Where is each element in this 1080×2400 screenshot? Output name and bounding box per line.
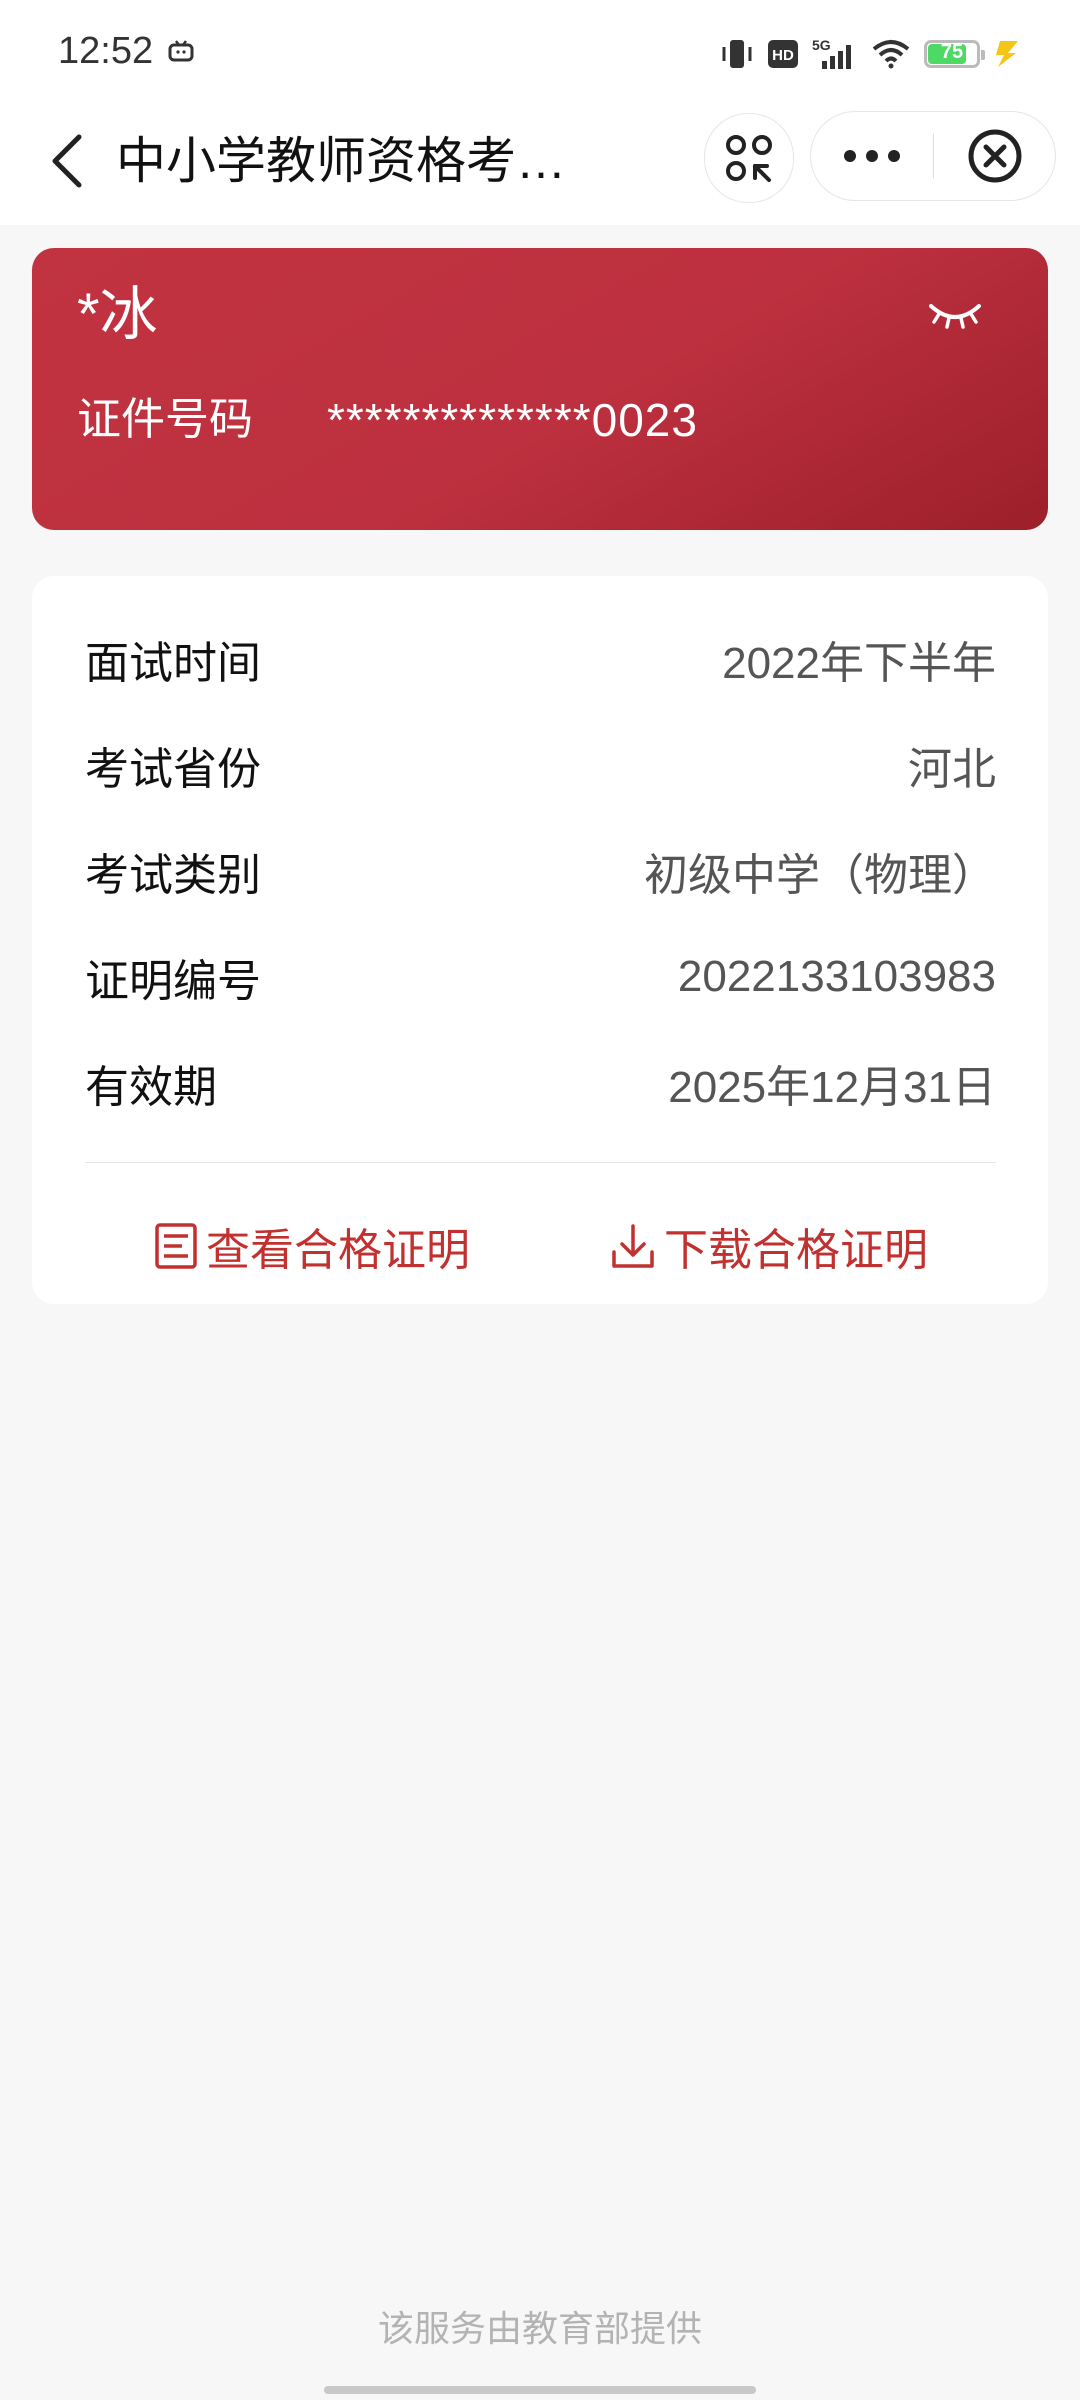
battery-level: 75 — [940, 41, 964, 63]
holder-name: *冰 — [77, 282, 158, 347]
view-certificate-button[interactable]: 查看合格证明 — [154, 1206, 470, 1286]
more-icon — [844, 150, 900, 162]
capsule-menu — [810, 111, 1056, 201]
view-certificate-label: 查看合格证明 — [206, 1226, 470, 1275]
visibility-toggle[interactable] — [922, 290, 988, 340]
info-row-interview-time: 面试时间 2022年下半年 — [85, 624, 996, 694]
info-label: 有效期 — [85, 1063, 217, 1112]
provider-note: 该服务由教育部提供 — [377, 2308, 702, 2349]
svg-text:5G: 5G — [812, 37, 831, 53]
status-bar: 12:52 HD 5G 75 — [0, 0, 1080, 105]
info-value: 初级中学（物理） — [644, 851, 996, 900]
info-value: 2025年12月31日 — [668, 1063, 996, 1112]
signal-5g-icon: 5G — [812, 37, 851, 69]
info-label: 面试时间 — [85, 639, 261, 688]
eye-closed-icon — [929, 304, 981, 329]
nav-bar: 中小学教师资格考… — [0, 105, 1080, 225]
status-time: 12:52 — [58, 30, 154, 72]
download-certificate-button[interactable]: 下载合格证明 — [610, 1206, 928, 1286]
id-card: *冰 证件号码 **************0023 — [32, 248, 1048, 530]
id-number-value: **************0023 — [327, 394, 698, 446]
id-number-label: 证件号码 — [77, 395, 253, 444]
status-icons: HD 5G 75 — [720, 34, 1020, 74]
vibrate-icon — [722, 40, 752, 68]
download-certificate-label: 下载合格证明 — [664, 1226, 928, 1275]
svg-text:HD: HD — [772, 47, 794, 64]
close-icon — [968, 129, 1022, 183]
more-button[interactable] — [811, 112, 933, 200]
back-button[interactable] — [36, 125, 96, 197]
home-indicator[interactable] — [324, 2386, 756, 2394]
charging-icon — [996, 41, 1018, 67]
battery-icon: 75 — [924, 40, 985, 68]
info-value: 河北 — [908, 745, 996, 794]
page-title: 中小学教师资格考… — [116, 133, 566, 189]
close-button[interactable] — [935, 112, 1055, 200]
info-value: 2022年下半年 — [722, 639, 996, 688]
wifi-icon — [872, 40, 910, 69]
info-label: 证明编号 — [85, 957, 261, 1006]
info-row-exam-province: 考试省份 河北 — [85, 730, 996, 800]
back-arrow-icon — [52, 134, 82, 188]
info-row-exam-category: 考试类别 初级中学（物理） — [85, 836, 996, 906]
info-label: 考试省份 — [85, 745, 261, 794]
download-icon — [612, 1224, 654, 1268]
info-label: 考试类别 — [85, 851, 261, 900]
scan-icon — [726, 135, 772, 182]
hd-icon: HD — [768, 40, 798, 68]
certificate-info-card: 面试时间 2022年下半年 考试省份 河北 考试类别 初级中学（物理） 证明编号… — [32, 576, 1048, 1304]
info-row-certificate-number: 证明编号 2022133103983 — [85, 942, 996, 1012]
scan-button[interactable] — [704, 113, 794, 203]
tv-icon — [168, 40, 194, 62]
divider — [85, 1162, 996, 1163]
capsule-divider — [933, 134, 934, 178]
document-icon — [155, 1223, 197, 1269]
info-value: 2022133103983 — [677, 952, 996, 1001]
info-row-validity: 有效期 2025年12月31日 — [85, 1048, 996, 1118]
